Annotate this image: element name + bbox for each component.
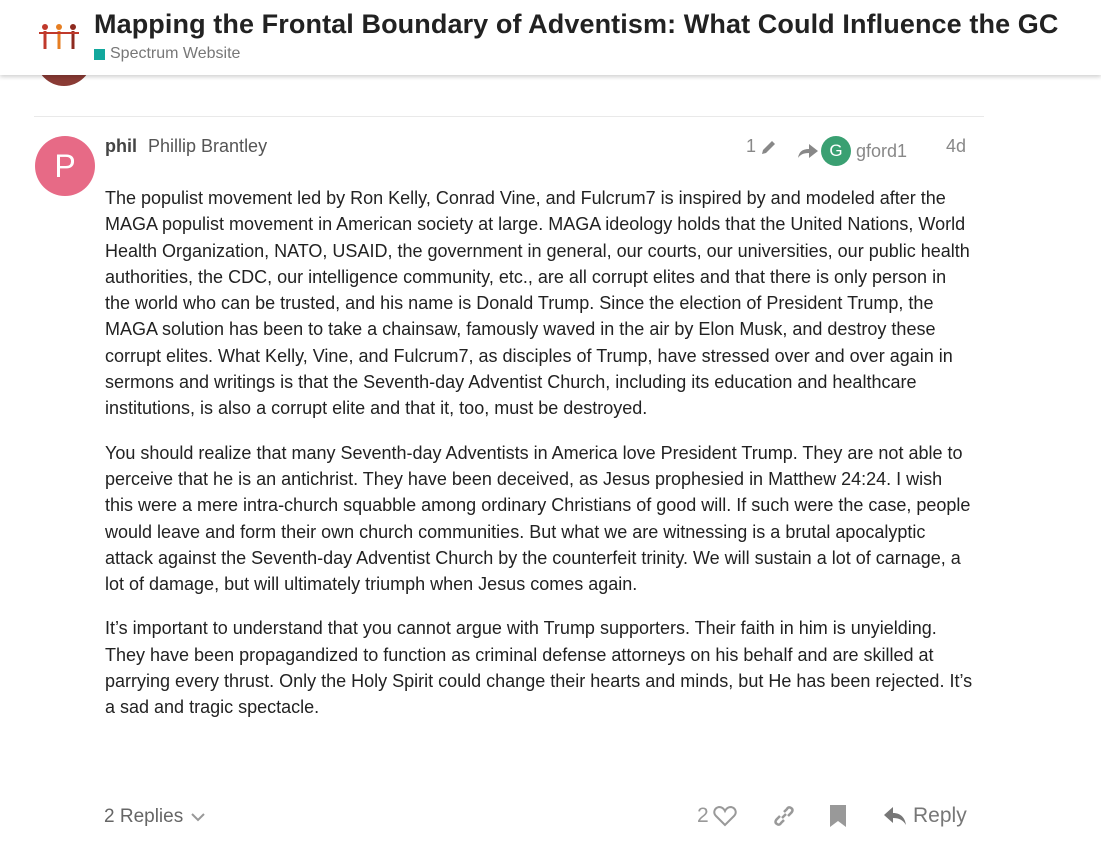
- pencil-icon: [760, 138, 778, 156]
- reply-button[interactable]: Reply: [883, 804, 967, 828]
- reply-to-username: gford1: [856, 140, 908, 161]
- chevron-down-icon: [191, 812, 205, 822]
- post-paragraph: The populist movement led by Ron Kelly, …: [105, 188, 970, 419]
- post-author-names: phil Phillip Brantley: [105, 136, 267, 157]
- replies-label: 2 Replies: [104, 806, 184, 827]
- reply-to-avatar-letter: G: [829, 141, 843, 160]
- category-badge[interactable]: Spectrum Website: [94, 45, 240, 63]
- topic-header: Mapping the Frontal Boundary of Adventis…: [0, 0, 1101, 75]
- post-paragraph: You should realize that many Seventh-day…: [105, 442, 971, 595]
- heart-icon: [713, 805, 737, 827]
- post-username[interactable]: phil: [105, 136, 137, 156]
- reply-arrow-icon: [883, 806, 907, 826]
- like-button[interactable]: 2: [697, 804, 737, 828]
- post-full-name[interactable]: Phillip Brantley: [148, 136, 267, 156]
- post-date[interactable]: 4d: [946, 136, 966, 157]
- reply-label: Reply: [913, 804, 967, 827]
- show-replies-button[interactable]: 2 Replies: [104, 806, 205, 828]
- link-icon: [772, 804, 796, 828]
- edit-count: 1: [746, 136, 757, 156]
- reply-to-tab[interactable]: G gford1: [797, 136, 907, 166]
- bookmark-button[interactable]: [829, 804, 847, 828]
- post-author-avatar[interactable]: P: [35, 136, 95, 196]
- post-paragraph: It’s important to understand that you ca…: [105, 618, 973, 718]
- share-arrow-icon: [797, 142, 819, 160]
- post-divider: [34, 116, 984, 117]
- reply-to-avatar: G: [821, 136, 851, 166]
- bookmark-icon: [829, 804, 847, 828]
- category-label: Spectrum Website: [110, 45, 241, 62]
- like-count: 2: [697, 804, 709, 827]
- category-color-swatch: [94, 48, 105, 60]
- post-body: The populist movement led by Ron Kelly, …: [105, 185, 975, 739]
- copy-link-button[interactable]: [772, 804, 796, 828]
- site-logo[interactable]: [38, 22, 80, 52]
- avatar-letter: P: [54, 147, 76, 184]
- edit-history-button[interactable]: 1: [746, 136, 778, 157]
- topic-title[interactable]: Mapping the Frontal Boundary of Adventis…: [94, 9, 1058, 40]
